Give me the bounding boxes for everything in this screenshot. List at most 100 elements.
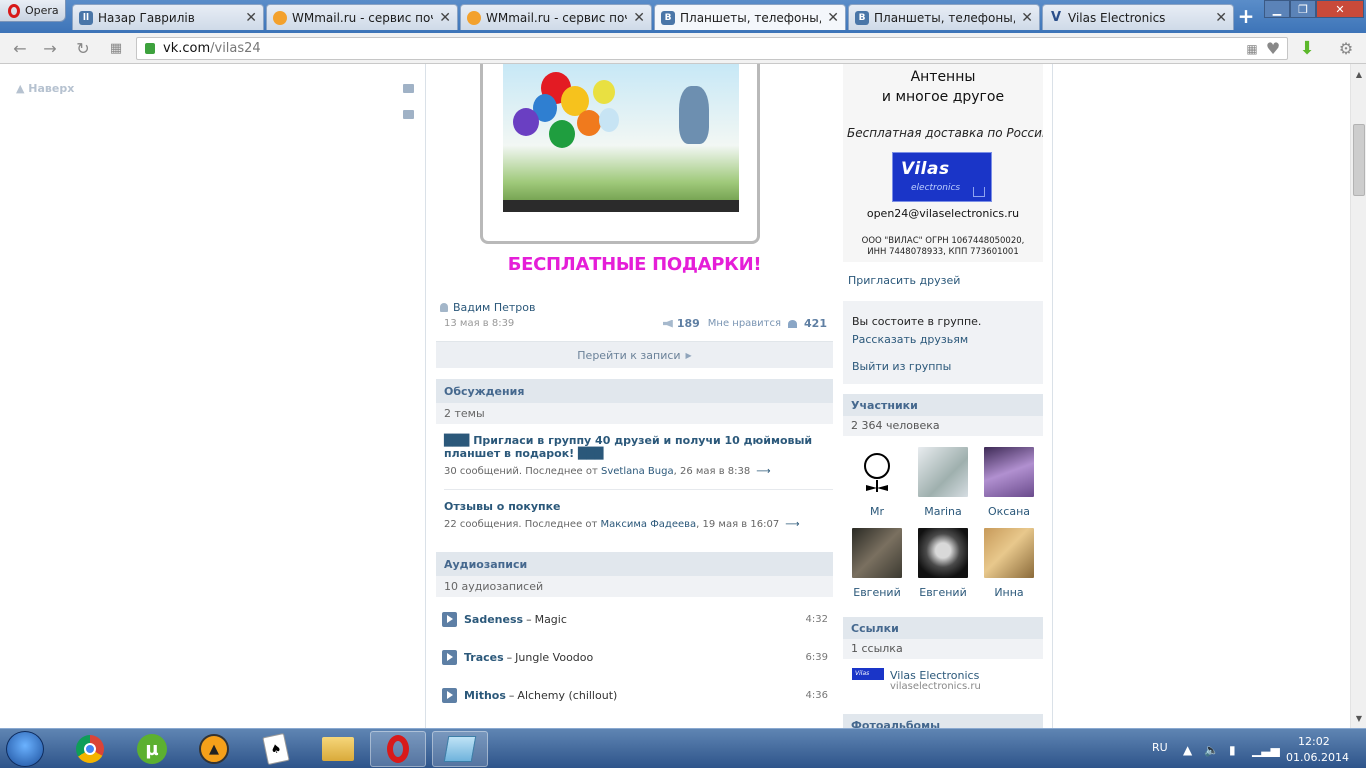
like-label[interactable]: Мне нравится: [708, 318, 781, 329]
browser-tab[interactable]: WMmail.ru - сервис почт ✕: [460, 4, 652, 30]
member-name[interactable]: Оксана: [981, 505, 1037, 518]
show-hidden-icons-icon[interactable]: ▲: [1183, 743, 1192, 757]
track-artist[interactable]: Traces: [464, 651, 504, 664]
topic-last-author[interactable]: Svetlana Buga: [601, 466, 674, 477]
browser-tab[interactable]: V Vilas Electronics ✕: [1042, 4, 1234, 30]
vertical-scrollbar[interactable]: ▲ ▼: [1350, 64, 1366, 728]
avatar[interactable]: [984, 447, 1034, 497]
member-name[interactable]: Евгений: [849, 586, 905, 599]
audio-track[interactable]: Mithos – Alchemy (chillout) 4:36: [442, 686, 828, 704]
close-tab-icon[interactable]: ✕: [827, 10, 839, 26]
new-tab-button[interactable]: +: [1236, 6, 1256, 27]
audio-header[interactable]: Аудиозаписи: [436, 552, 833, 576]
opera-menu-button[interactable]: Opera: [0, 0, 66, 22]
close-tab-icon[interactable]: ✕: [1021, 10, 1033, 26]
explorer-taskbar-icon[interactable]: [310, 731, 366, 767]
bookmark-heart-icon[interactable]: ♥: [1263, 39, 1283, 59]
network-signal-icon[interactable]: ▁▃▅: [1252, 743, 1280, 757]
member-card[interactable]: Евгений: [849, 528, 905, 599]
close-window-button[interactable]: ✕: [1316, 0, 1364, 18]
back-button[interactable]: ←: [10, 39, 30, 59]
power-icon[interactable]: ▮: [1229, 743, 1236, 757]
forward-button[interactable]: →: [40, 39, 60, 59]
member-name[interactable]: Инна: [981, 586, 1037, 599]
play-icon[interactable]: [442, 611, 457, 627]
utorrent-taskbar-icon[interactable]: µ: [124, 731, 180, 767]
page-grid-icon[interactable]: ▦: [1242, 39, 1262, 59]
discussions-count[interactable]: 2 темы: [436, 403, 833, 424]
audio-track[interactable]: Sadeness – Magic 4:32: [442, 610, 828, 628]
tell-friends-link[interactable]: Рассказать друзьям: [852, 333, 968, 346]
member-name[interactable]: Mr: [849, 505, 905, 518]
play-icon[interactable]: [442, 649, 457, 665]
browser-tab[interactable]: B Планшеты, телефоны, на ✕: [848, 4, 1040, 30]
solitaire-taskbar-icon[interactable]: ♠: [248, 731, 304, 767]
member-name[interactable]: Marina: [915, 505, 971, 518]
avatar[interactable]: [984, 528, 1034, 578]
opera-taskbar-icon[interactable]: [370, 731, 426, 767]
aimp-taskbar-icon[interactable]: ▲: [186, 731, 242, 767]
audio-count[interactable]: 10 аудиозаписей: [436, 576, 833, 597]
member-name[interactable]: Евгений: [915, 586, 971, 599]
discussion-topic[interactable]: Отзывы о покупке 22 сообщения. Последнее…: [444, 500, 828, 530]
volume-icon[interactable]: 🔈: [1204, 743, 1219, 757]
close-tab-icon[interactable]: ✕: [633, 10, 645, 26]
language-indicator[interactable]: RU: [1152, 741, 1168, 754]
comment-icon[interactable]: [403, 110, 414, 119]
repost-megaphone-icon[interactable]: [662, 319, 673, 328]
messages-icon[interactable]: [403, 84, 414, 93]
member-card[interactable]: Инна: [981, 528, 1037, 599]
clock-date[interactable]: 01.06.2014: [1286, 751, 1349, 764]
clock-time[interactable]: 12:02: [1298, 735, 1330, 748]
track-artist[interactable]: Sadeness: [464, 613, 523, 626]
audio-track[interactable]: Traces – Jungle Voodoo 6:39: [442, 648, 828, 666]
group-banner[interactable]: Антенны и многое другое Бесплатная доста…: [843, 64, 1043, 262]
leave-group-link[interactable]: Выйти из группы: [852, 360, 951, 373]
post-date[interactable]: 13 мая в 8:39: [444, 318, 514, 329]
track-artist[interactable]: Mithos: [464, 689, 506, 702]
browser-tab[interactable]: ll Назар Гаврилів ✕: [72, 4, 264, 30]
notepad-taskbar-icon[interactable]: [432, 731, 488, 767]
arrow-right-icon[interactable]: ⟶: [756, 466, 770, 477]
scroll-down-icon[interactable]: ▼: [1354, 714, 1364, 724]
member-card[interactable]: Marina: [915, 447, 971, 518]
discussions-header[interactable]: Обсуждения: [436, 379, 833, 403]
scroll-thumb[interactable]: [1353, 124, 1365, 196]
members-header[interactable]: Участники: [843, 394, 1043, 416]
links-header[interactable]: Ссылки: [843, 617, 1043, 639]
scroll-up-icon[interactable]: ▲: [1354, 70, 1364, 80]
avatar[interactable]: [852, 447, 902, 497]
minimize-button[interactable]: ▁: [1264, 0, 1290, 18]
link-thumbnail[interactable]: Vilas: [852, 668, 884, 680]
topic-last-author[interactable]: Максима Фадеева: [601, 519, 697, 530]
start-button[interactable]: [6, 731, 44, 767]
avatar[interactable]: [852, 528, 902, 578]
avatar[interactable]: [918, 528, 968, 578]
close-tab-icon[interactable]: ✕: [1215, 10, 1227, 26]
browser-tab-active[interactable]: B Планшеты, телефоны, на ✕: [654, 4, 846, 30]
chrome-taskbar-icon[interactable]: [62, 731, 118, 767]
reload-button[interactable]: ↻: [73, 39, 93, 59]
heart-icon[interactable]: [788, 319, 798, 328]
member-card[interactable]: Mr: [849, 447, 905, 518]
close-tab-icon[interactable]: ✕: [439, 10, 451, 26]
post-author-link[interactable]: Вадим Петров: [440, 301, 535, 314]
member-card[interactable]: Евгений: [915, 528, 971, 599]
speed-dial-grid-icon[interactable]: ▦: [106, 39, 126, 59]
goto-post-button[interactable]: Перейти к записи ▶: [436, 341, 833, 368]
links-count[interactable]: 1 ссылка: [843, 639, 1043, 659]
settings-menu-icon[interactable]: ⚙: [1336, 39, 1356, 59]
discussion-topic[interactable]: ███ Пригласи в группу 40 друзей и получи…: [444, 434, 828, 477]
invite-friends-link[interactable]: Пригласить друзей: [848, 274, 960, 287]
maximize-button[interactable]: ❐: [1290, 0, 1316, 18]
arrow-right-icon[interactable]: ⟶: [785, 519, 799, 530]
avatar[interactable]: [918, 447, 968, 497]
download-arrow-icon[interactable]: ⬇: [1297, 39, 1317, 59]
browser-tab[interactable]: WMmail.ru - сервис почт ✕: [266, 4, 458, 30]
address-bar[interactable]: vk.com/vilas24: [136, 37, 1288, 60]
scroll-to-top-link[interactable]: ▲ Наверх: [16, 82, 74, 95]
post-image-tablet[interactable]: [480, 64, 760, 244]
topic-title[interactable]: Отзывы о покупке: [444, 500, 828, 513]
play-icon[interactable]: [442, 687, 457, 703]
topic-title[interactable]: ███ Пригласи в группу 40 друзей и получи…: [444, 434, 828, 460]
